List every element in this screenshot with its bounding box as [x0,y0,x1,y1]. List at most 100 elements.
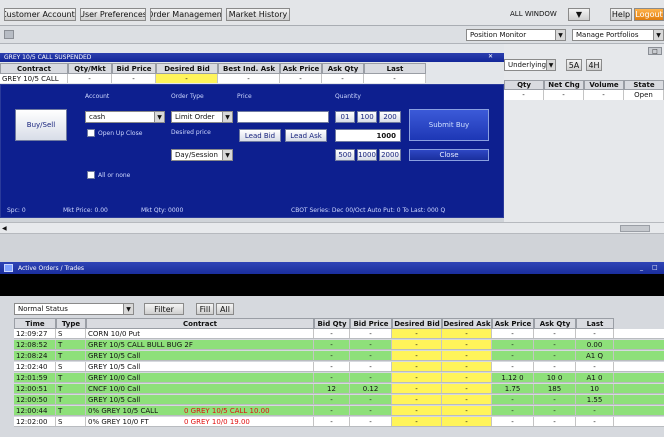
price-input[interactable] [237,111,329,123]
column-header[interactable]: Last [576,318,614,329]
buy-sell-button[interactable]: Buy/Sell [15,109,67,141]
table-row[interactable]: GREY 10/5 CALL - - - - - - - [0,74,426,83]
close-button[interactable]: Close [409,149,489,161]
cell-contract: GREY 10/5 Call [86,362,314,371]
column-header[interactable]: Ask Price [492,318,534,329]
dropdown-value: Underlying [508,61,547,69]
dropdown-value: Day/Session [175,151,218,159]
column-header[interactable]: Desired Bid [156,63,218,74]
window-dropdown[interactable]: ▼ [568,8,590,21]
scroll-left-icon[interactable]: ◀ [2,225,10,232]
qty-preset-button[interactable]: 100 [357,111,377,123]
cell-bq: - [314,373,350,382]
cell-time: 12:08:52 [14,340,56,349]
contract-annotation: 0 GREY 10/0 19.00 [184,418,250,426]
column-header[interactable]: Qty/Mkt [68,63,112,74]
column-header[interactable]: State [624,80,664,90]
toolbar-icon[interactable] [4,30,14,39]
qty-preset-button[interactable]: 2000 [379,149,401,161]
qty-preset-button[interactable]: 200 [379,111,401,123]
table-row[interactable]: 12:01:59 T GREY 10/0 Call - - - -1.12 0 10 0 A1 … [14,373,664,383]
table-row[interactable]: 12:09:27 S CORN 10/0 Put - - - - - - - [14,329,664,339]
cell-bq: - [314,395,350,404]
column-header[interactable]: Desired Bid [392,318,442,329]
column-header[interactable]: Contract [0,63,68,74]
cell-contract: GREY 10/5 Call [86,351,314,360]
column-header[interactable]: Ask Qty [534,318,576,329]
chevron-down-icon: ▼ [222,112,232,122]
cell-da: - [442,351,492,360]
account-dropdown[interactable]: cash ▼ [85,111,165,123]
dropdown-value: Manage Portfolios [576,31,639,39]
open-close-checkbox[interactable] [87,129,95,137]
table-row[interactable]: - - - Open [504,90,664,100]
fill-button[interactable]: Fill [196,303,214,315]
order-type-dropdown[interactable]: Limit Order ▼ [171,111,233,123]
tab-customer-accounts[interactable]: Customer Accounts [4,8,76,21]
column-header[interactable]: Ask Price [280,63,322,74]
column-header[interactable]: Ask Qty [322,63,364,74]
cell-type: T [56,395,86,404]
column-header[interactable]: Last [364,63,426,74]
column-header[interactable]: Bid Qty [314,318,350,329]
cell-bq: - [314,351,350,360]
all-or-none-checkbox[interactable] [87,171,95,179]
maximize-icon[interactable]: □ [652,264,662,272]
cell-type: S [56,417,86,426]
column-header[interactable]: Bid Price [350,318,392,329]
column-header[interactable]: Contract [86,318,314,329]
cell-last: 10 [576,384,614,393]
tab-market-history[interactable]: Market History [226,8,290,21]
maximize-icon[interactable]: □ [648,47,662,55]
qty-preset-button[interactable]: 01 [335,111,355,123]
scrollbar-thumb[interactable] [620,225,650,232]
table-row[interactable]: 12:02:40 S GREY 10/5 Call - - - - - - - [14,362,664,372]
position-monitor-dropdown[interactable]: Position Monitor ▼ [466,29,566,41]
cell: - [112,74,156,83]
column-header[interactable]: Net Chg [544,80,584,90]
all-button[interactable]: All [216,303,234,315]
column-header[interactable]: Desired Ask [442,318,492,329]
position-monitor-panel: □ Underlying ▼ 5A 4H Qty Net Chg Volume S… [504,44,664,234]
status-filter-dropdown[interactable]: Normal Status ▼ [14,303,134,315]
column-header[interactable]: Volume [584,80,624,90]
tab-user-preferences[interactable]: User Preferences [80,8,146,21]
close-icon[interactable]: ✕ [488,53,502,61]
manage-portfolios-dropdown[interactable]: Manage Portfolios ▼ [572,29,664,41]
minimize-icon[interactable]: _ [640,264,650,272]
lead-bid-button[interactable]: Lead Bid [239,129,281,142]
submit-order-button[interactable]: Submit Buy [409,109,489,141]
panel-button-a[interactable]: 5A [566,59,582,71]
table-row[interactable]: 12:02:00 S 0% GREY 10/0 FT - - - - - - -0 GREY 10… [14,417,664,427]
cell-contract: GREY 10/5 Call [86,395,314,404]
column-header[interactable]: Time [14,318,56,329]
column-header[interactable]: Bid Price [112,63,156,74]
lead-ask-button[interactable]: Lead Ask [285,129,327,142]
cell-da: - [442,373,492,382]
time-in-force-dropdown[interactable]: Day/Session ▼ [171,149,233,161]
cell: GREY 10/5 CALL [0,74,68,83]
cell: - [68,74,112,83]
panel-button-b[interactable]: 4H [586,59,602,71]
table-row[interactable]: 12:00:51 T CNCF 10/0 Call 12 0.12- -1.75 185 10 [14,384,664,394]
column-header[interactable]: Best Ind. Ask [218,63,280,74]
quote-grid: GREY 10/5 CALL SUSPENDED ✕ Contract Qty/… [0,44,504,84]
horizontal-scrollbar[interactable]: ◀ [0,222,664,234]
table-row[interactable]: 12:00:44 T 0% GREY 10/5 CALL - - - - - - -0 GREY … [14,406,664,416]
underlying-filter-dropdown[interactable]: Underlying ▼ [504,59,556,71]
help-button[interactable]: Help [610,8,632,21]
column-header[interactable]: Qty [504,80,544,90]
table-row[interactable]: 12:08:24 T GREY 10/5 Call - - - - - - A1 Q [14,351,664,361]
chevron-down-icon: ▼ [546,60,555,70]
qty-preset-button[interactable]: 1000 [357,149,377,161]
cell: - [364,74,426,83]
qty-preset-button[interactable]: 500 [335,149,355,161]
table-row[interactable]: 12:00:50 T GREY 10/5 Call - - - - - -1.55 [14,395,664,405]
cell-ap: 1.75 [492,384,534,393]
column-header[interactable]: Type [56,318,86,329]
tab-order-management[interactable]: Order Management [150,8,222,21]
quantity-input[interactable]: 1000 [335,129,401,142]
filter-button[interactable]: Filter [144,303,184,315]
logout-button[interactable]: Logout [634,8,664,21]
table-row[interactable]: 12:08:52 T GREY 10/5 CALL BULL BUG 2F - - - - -… [14,340,664,350]
